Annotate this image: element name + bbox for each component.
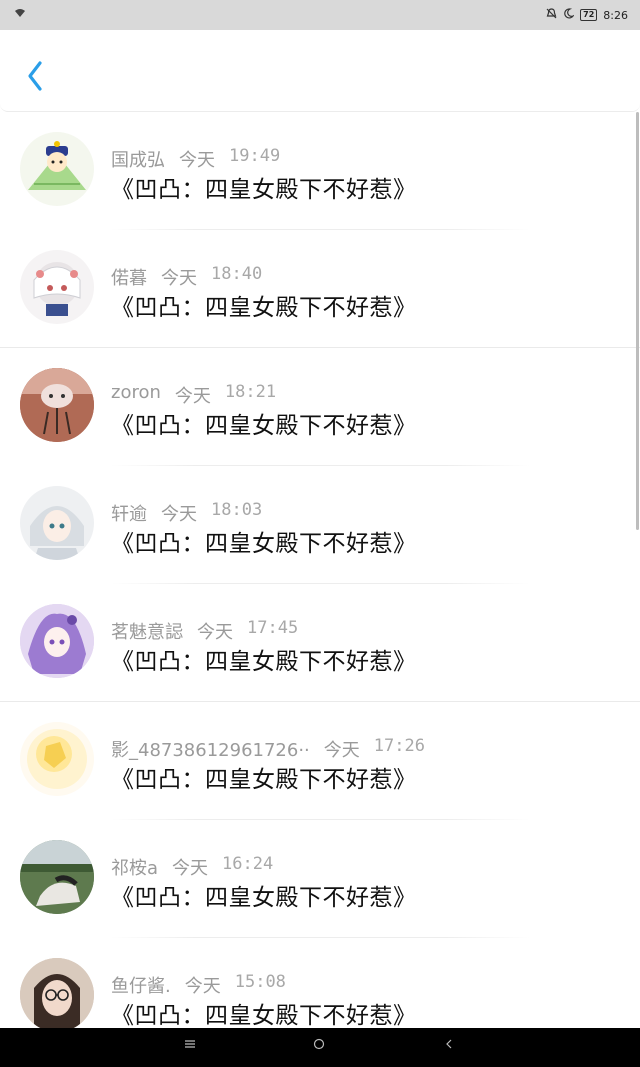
message-text: 《凹凸：四皇女殿下不好惹》: [111, 177, 417, 203]
message-text: 《凹凸：四皇女殿下不好惹》: [111, 531, 417, 557]
message-day: 今天: [172, 858, 209, 879]
message-time: 18:21: [224, 382, 277, 402]
avatar[interactable]: [20, 604, 94, 678]
message-text: 《凹凸：四皇女殿下不好惹》: [111, 1003, 417, 1028]
sender-name: 影_48738612961726··: [111, 740, 310, 761]
back-button[interactable]: [22, 58, 50, 94]
avatar[interactable]: [20, 250, 94, 324]
sender-name: 偌暮: [111, 268, 147, 289]
message-list[interactable]: 国成弘 今天 19:49 《凹凸：四皇女殿下不好惹》 偌暮 今天 18:40 《…: [0, 112, 640, 1028]
sender-name: 轩逾: [111, 504, 147, 525]
sender-name: 祁桉a: [111, 858, 159, 879]
message-day: 今天: [323, 740, 360, 761]
avatar[interactable]: [20, 132, 94, 206]
message-day: 今天: [161, 268, 197, 289]
message-time: 16:24: [222, 854, 274, 874]
status-time: 8:26: [603, 8, 628, 22]
list-item[interactable]: 国成弘 今天 19:49 《凹凸：四皇女殿下不好惹》: [0, 112, 640, 230]
message-time: 15:08: [234, 972, 286, 992]
list-item[interactable]: 祁桉a 今天 16:24 《凹凸：四皇女殿下不好惹》: [0, 820, 640, 938]
header: [0, 30, 640, 112]
avatar[interactable]: [20, 958, 94, 1028]
message-time: 18:03: [211, 500, 263, 520]
avatar[interactable]: [20, 840, 94, 914]
menu-icon[interactable]: [184, 1038, 196, 1054]
chevron-left-icon: [28, 61, 42, 91]
message-day: 今天: [179, 150, 215, 171]
list-item[interactable]: 偌暮 今天 18:40 《凹凸：四皇女殿下不好惹》: [0, 230, 640, 348]
message-text: 《凹凸：四皇女殿下不好惹》: [111, 649, 417, 675]
message-text: 《凹凸：四皇女殿下不好惹》: [111, 885, 417, 911]
message-day: 今天: [161, 504, 197, 525]
message-time: 18:40: [211, 264, 263, 284]
wifi-icon: [14, 8, 26, 21]
avatar[interactable]: [20, 368, 94, 442]
home-circle-icon[interactable]: [313, 1038, 325, 1054]
list-item[interactable]: zoron 今天 18:21 《凹凸：四皇女殿下不好惹》: [0, 348, 640, 466]
sender-name: 国成弘: [111, 150, 165, 171]
sender-name: 茗魅意誋: [111, 622, 183, 643]
scrollbar[interactable]: [636, 112, 639, 530]
avatar[interactable]: [20, 486, 94, 560]
message-time: 17:45: [247, 618, 299, 638]
sender-name: zoron: [111, 382, 161, 403]
bell-off-icon: [546, 8, 557, 22]
avatar[interactable]: [20, 722, 94, 796]
message-time: 19:49: [229, 146, 281, 166]
list-item[interactable]: 轩逾 今天 18:03 《凹凸：四皇女殿下不好惹》: [0, 466, 640, 584]
moon-icon: [563, 8, 575, 22]
list-item[interactable]: 影_48738612961726·· 今天 17:26 《凹凸：四皇女殿下不好惹…: [0, 702, 640, 820]
message-text: 《凹凸：四皇女殿下不好惹》: [111, 295, 417, 321]
status-bar: 72 8:26: [0, 0, 640, 30]
message-day: 今天: [174, 386, 211, 407]
message-day: 今天: [197, 622, 233, 643]
message-time: 17:26: [373, 736, 425, 756]
list-item[interactable]: 茗魅意誋 今天 17:45 《凹凸：四皇女殿下不好惹》: [0, 584, 640, 702]
system-nav-bar: [0, 1028, 640, 1067]
back-triangle-icon[interactable]: [443, 1038, 455, 1054]
sender-name: 鱼仔酱.: [111, 976, 171, 997]
message-text: 《凹凸：四皇女殿下不好惹》: [111, 413, 417, 439]
battery-icon: 72: [580, 9, 598, 21]
message-day: 今天: [184, 976, 221, 997]
message-text: 《凹凸：四皇女殿下不好惹》: [111, 767, 417, 793]
list-item[interactable]: 鱼仔酱. 今天 15:08 《凹凸：四皇女殿下不好惹》: [0, 938, 640, 1028]
